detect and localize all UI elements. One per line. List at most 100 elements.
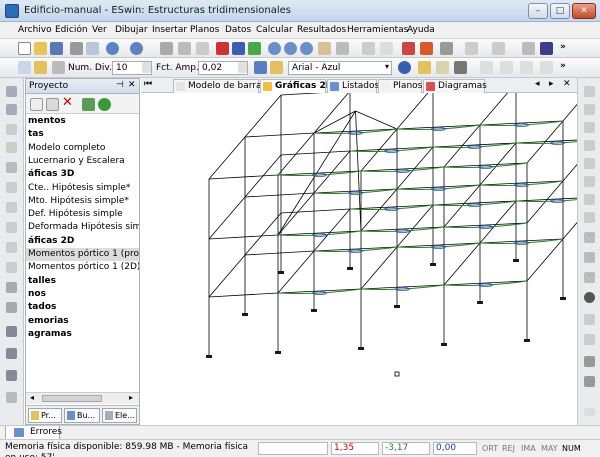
tab-elementos[interactable]: Ele...	[102, 408, 137, 423]
beam-y[interactable]	[277, 192, 315, 236]
hatch-icon[interactable]	[540, 42, 553, 55]
tool-1-icon[interactable]	[6, 86, 17, 97]
tree-item[interactable]: áficas 2D	[26, 235, 74, 248]
tree-item[interactable]: talles	[26, 275, 56, 288]
support[interactable]	[441, 343, 447, 346]
tree-item[interactable]: Momentos pórtico 1 (proye	[26, 248, 139, 261]
beam-y[interactable]	[396, 86, 434, 130]
menu-planos[interactable]: Planos	[190, 25, 219, 35]
beam-y[interactable]	[562, 78, 600, 122]
support[interactable]	[275, 351, 281, 354]
sum-icon[interactable]	[216, 42, 229, 55]
tree-item[interactable]: tados	[26, 301, 56, 314]
dim-1-icon[interactable]	[480, 61, 493, 74]
measure-icon[interactable]	[440, 42, 453, 55]
rtool-4-icon[interactable]	[584, 140, 595, 151]
beam-y[interactable]	[244, 212, 282, 256]
tab-close-icon[interactable]: ✕	[563, 79, 571, 89]
color-icon[interactable]	[398, 61, 411, 74]
font-select[interactable]: Arial - Azul	[288, 61, 392, 75]
beam-y[interactable]	[479, 200, 517, 244]
tool-6-icon[interactable]	[6, 182, 17, 193]
beam-x[interactable]	[244, 250, 315, 256]
highlight-icon[interactable]	[436, 61, 449, 74]
grid-indicator[interactable]: REJ	[502, 444, 515, 453]
zoom-in-icon[interactable]	[284, 42, 297, 55]
export-icon[interactable]	[82, 98, 95, 111]
tab-planos[interactable]: Planos	[378, 79, 422, 93]
refresh-icon[interactable]	[98, 98, 111, 111]
maximize-button[interactable]: □	[550, 3, 570, 19]
rtool-2-icon[interactable]	[584, 104, 595, 115]
view-icon[interactable]	[336, 42, 349, 55]
overflow-icon[interactable]: »	[560, 42, 566, 52]
beam-y[interactable]	[562, 196, 600, 240]
tool-5-icon[interactable]	[6, 162, 17, 173]
lantern-beam[interactable]	[355, 110, 398, 130]
structure-drawing[interactable]	[141, 78, 600, 425]
beam-y[interactable]	[244, 94, 282, 138]
tool-2-icon[interactable]	[6, 104, 17, 115]
close-button[interactable]: ✕	[572, 3, 596, 19]
rtool-14-icon[interactable]	[584, 334, 595, 345]
dim-2-icon[interactable]	[500, 61, 513, 74]
tool-9-icon[interactable]	[6, 242, 17, 253]
undo-icon[interactable]	[106, 42, 119, 55]
folder-icon[interactable]	[34, 61, 47, 74]
beam-x[interactable]	[208, 234, 279, 240]
beam-y[interactable]	[443, 242, 481, 286]
rtool-1-icon[interactable]	[584, 86, 595, 97]
snap-icon[interactable]	[380, 42, 393, 55]
tab-listados[interactable]: Listados	[327, 79, 379, 93]
save-icon[interactable]	[50, 42, 63, 55]
beam-x[interactable]	[280, 208, 351, 214]
tool-10-icon[interactable]	[6, 262, 17, 273]
menu-ver[interactable]: Ver	[92, 25, 107, 35]
tab-modelo-barras[interactable]: Modelo de barras	[173, 79, 266, 93]
beam-x[interactable]	[208, 174, 279, 180]
support[interactable]	[477, 301, 483, 304]
beam-y[interactable]	[526, 238, 564, 282]
edit-item-icon[interactable]	[46, 98, 59, 111]
menu-ayuda[interactable]: Ayuda	[407, 25, 435, 35]
support[interactable]	[430, 263, 436, 266]
tree-horizontal-scrollbar[interactable]: ◂ ▸	[26, 392, 139, 404]
tree-item[interactable]: nos	[26, 288, 46, 301]
scroll-thumb[interactable]	[42, 395, 102, 402]
move-icon[interactable]	[492, 42, 505, 55]
num-div-spin-icon[interactable]	[142, 62, 151, 73]
rtool-expand-icon[interactable]	[584, 408, 595, 416]
settings-icon[interactable]	[18, 61, 31, 74]
menu-datos[interactable]: Datos	[225, 25, 251, 35]
chevron-down-icon[interactable]: ▾	[385, 62, 389, 71]
tree-item[interactable]: Def. Hipótesis simple	[26, 208, 123, 221]
text-icon[interactable]	[270, 61, 283, 74]
tree-item[interactable]: Momentos pórtico 1 (2D)	[26, 261, 139, 274]
scroll-right-icon[interactable]: ▸	[129, 393, 133, 402]
pan-icon[interactable]	[318, 42, 331, 55]
menu-resultados[interactable]: Resultados	[297, 25, 346, 35]
beam-y[interactable]	[208, 136, 246, 180]
beam-y[interactable]	[360, 246, 398, 290]
rtool-7-icon[interactable]	[584, 194, 595, 205]
beam-y[interactable]	[562, 138, 600, 182]
tool-14-icon[interactable]	[6, 348, 17, 359]
tree-item[interactable]: emorias	[26, 315, 69, 328]
rtool-11-icon[interactable]	[584, 272, 595, 283]
overflow-2-icon[interactable]: »	[560, 61, 566, 71]
tree-item[interactable]: áficas 3D	[26, 168, 74, 181]
beam-y[interactable]	[208, 196, 246, 240]
panel-close-icon[interactable]: ✕	[128, 80, 136, 90]
beam-y[interactable]	[479, 82, 517, 126]
beam-y[interactable]	[277, 132, 315, 176]
tool-7-icon[interactable]	[6, 202, 17, 213]
print-preview-icon[interactable]	[86, 42, 99, 55]
pencil-icon[interactable]	[402, 42, 415, 55]
support[interactable]	[524, 339, 530, 342]
support[interactable]	[311, 309, 317, 312]
menu-edicion[interactable]: Edición	[55, 25, 88, 35]
tab-graficas-2d[interactable]: Gráficas 2D	[260, 79, 333, 93]
drawing-canvas[interactable]	[141, 78, 600, 425]
tree-item[interactable]: Modelo completo	[26, 142, 105, 155]
menu-archivo[interactable]: Archivo	[18, 25, 52, 35]
